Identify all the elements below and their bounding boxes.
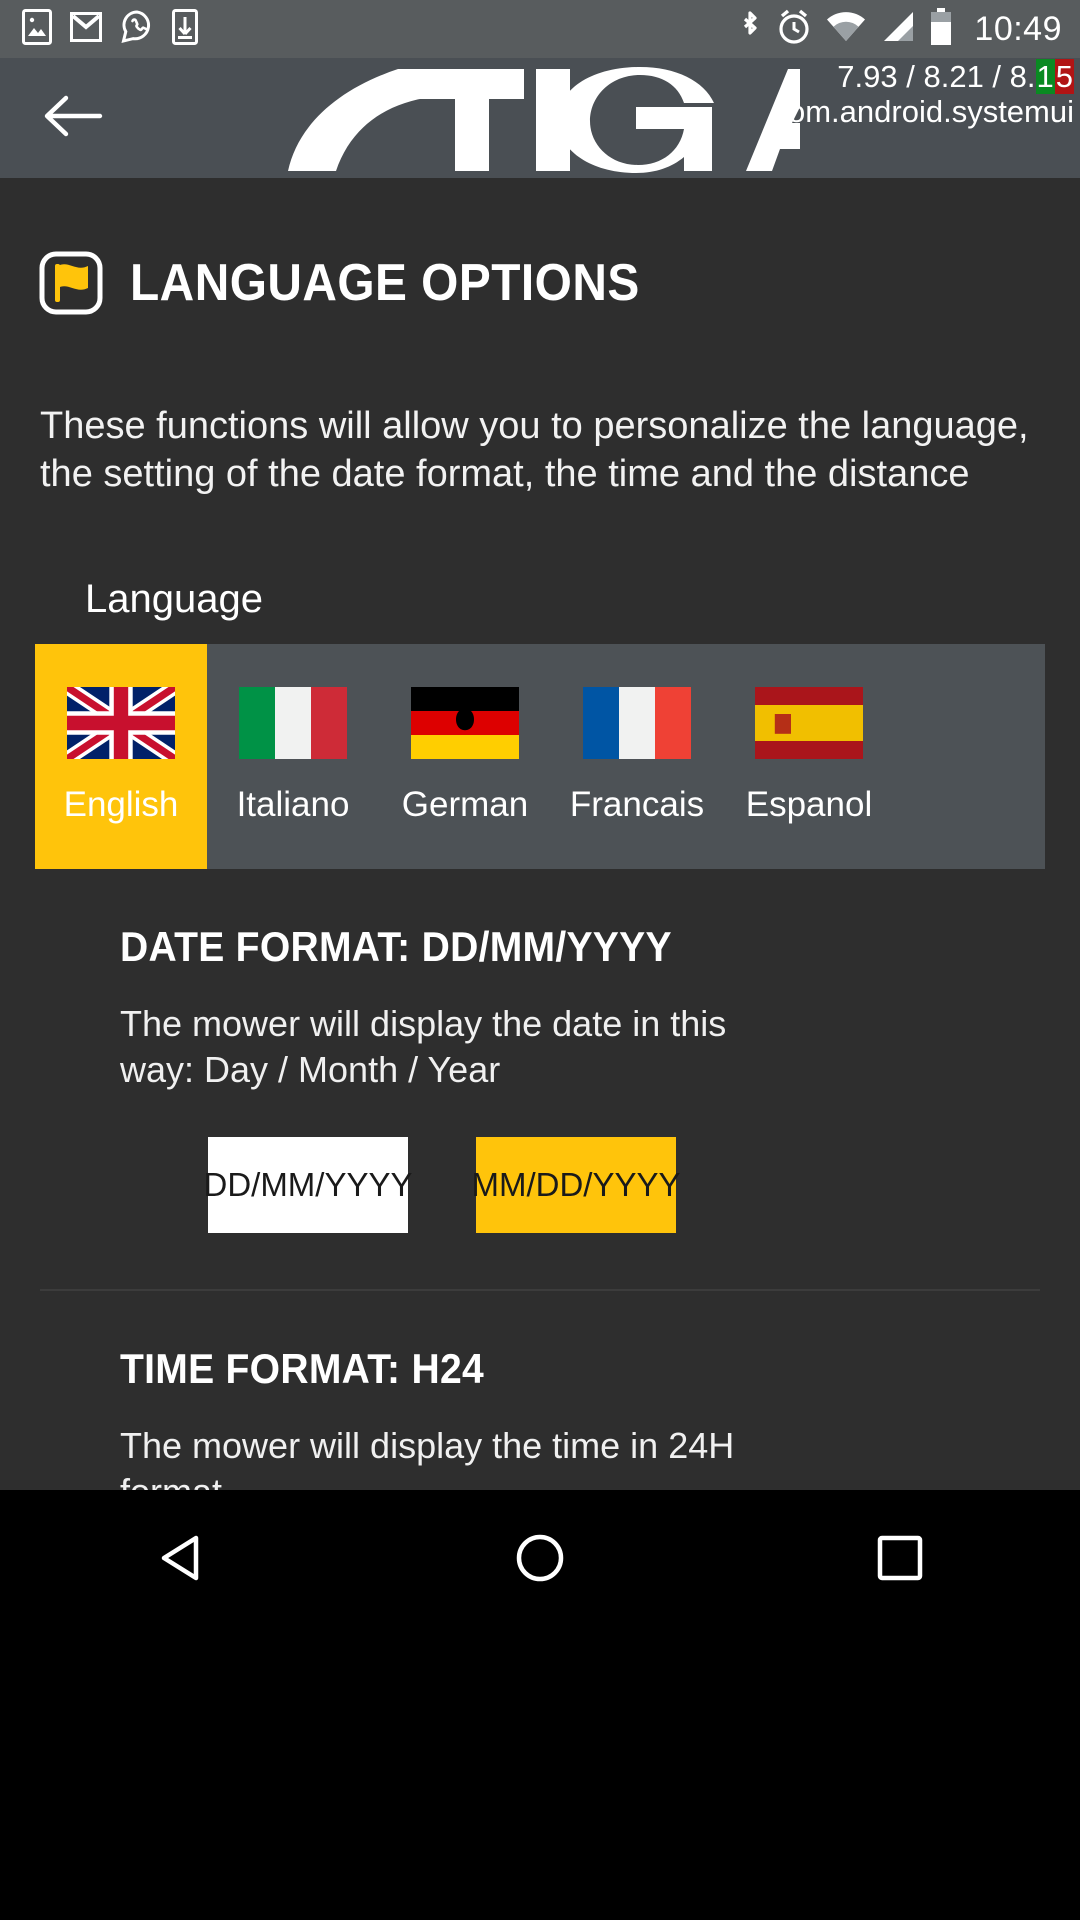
debug-overlay: 7.93 / 8.21 / 8.15 com.android.systemui — [772, 59, 1074, 129]
language-option-italiano[interactable]: Italiano — [207, 644, 379, 869]
nav-back-button[interactable] — [120, 1520, 240, 1600]
fps-green-marker: 1 — [1035, 59, 1055, 94]
back-arrow-icon — [42, 93, 104, 144]
time-format-section: TIME FORMAT: H24 The mower will display … — [0, 1345, 1080, 1490]
intro-description: These functions will allow you to person… — [40, 405, 1029, 496]
recents-square-icon — [877, 1535, 923, 1586]
gmail-icon — [70, 9, 102, 50]
whatsapp-icon — [120, 9, 154, 50]
date-format-buttons: DD/MM/YYYY MM/DD/YYYY — [120, 1136, 1040, 1233]
date-format-description: The mower will display the date in this … — [120, 1002, 727, 1090]
photos-icon — [22, 8, 52, 50]
nav-recents-button[interactable] — [840, 1520, 960, 1600]
fps-red-marker: 5 — [1054, 59, 1074, 94]
date-format-section: DATE FORMAT: DD/MM/YYYY The mower will d… — [0, 923, 1080, 1233]
back-triangle-icon — [158, 1534, 202, 1587]
battery-icon — [930, 7, 952, 51]
download-icon — [172, 8, 198, 50]
status-bar-system-icons: 10:49 — [738, 7, 1062, 51]
wifi-icon — [826, 10, 866, 49]
language-label-francais: Francais — [569, 785, 705, 824]
app-bar: 7.93 / 8.21 / 8.15 com.android.systemui — [0, 58, 1080, 178]
home-circle-icon — [515, 1533, 565, 1588]
language-option-english[interactable]: English — [35, 643, 207, 869]
time-format-description: The mower will display the time in 24H f… — [120, 1424, 735, 1490]
settings-content: LANGUAGE OPTIONS These functions will al… — [0, 178, 1080, 1490]
flag-germany-icon — [411, 687, 519, 759]
section-divider — [40, 1288, 1040, 1291]
signal-icon — [880, 10, 916, 49]
stiga-logo — [280, 63, 800, 173]
language-label-english: English — [63, 785, 179, 824]
status-bar: 10:49 — [0, 0, 1080, 58]
alarm-icon — [776, 8, 812, 51]
page-title: LANGUAGE OPTIONS — [130, 254, 640, 312]
page-header: LANGUAGE OPTIONS — [0, 178, 1080, 316]
language-option-espanol[interactable]: Espanol — [723, 644, 895, 869]
language-section-label: Language — [85, 576, 263, 621]
flag-italy-icon — [239, 687, 347, 759]
language-option-german[interactable]: German — [379, 644, 551, 869]
language-label-german: German — [401, 785, 529, 824]
date-format-title: DATE FORMAT: DD/MM/YYYY — [120, 922, 672, 970]
status-bar-notification-icons — [22, 8, 198, 50]
fps-line: 7.93 / 8.21 / 8.15 — [772, 59, 1074, 95]
flag-france-icon — [583, 687, 691, 759]
nav-home-button[interactable] — [480, 1520, 600, 1600]
status-bar-clock: 10:49 — [974, 9, 1062, 48]
debug-process-name: com.android.systemui — [772, 93, 1074, 129]
flag-spain-icon — [755, 687, 863, 759]
flag-uk-icon — [63, 681, 179, 765]
language-label-italiano: Italiano — [236, 785, 350, 824]
language-label-espanol: Espanol — [745, 785, 873, 824]
back-button[interactable] — [38, 83, 108, 153]
language-selector[interactable]: English Italiano German Francais Espanol — [35, 643, 1045, 869]
date-format-ddmmyyyy-button[interactable]: DD/MM/YYYY — [203, 1136, 413, 1233]
flag-icon — [38, 250, 104, 316]
navigation-bar — [0, 1490, 1080, 1920]
date-format-mmddyyyy-button[interactable]: MM/DD/YYYY — [471, 1136, 681, 1233]
bluetooth-icon — [738, 8, 762, 51]
fps-value: 7.93 / 8.21 / 8. — [837, 59, 1036, 94]
language-option-francais[interactable]: Francais — [551, 644, 723, 869]
time-format-title: TIME FORMAT: H24 — [120, 1344, 484, 1392]
